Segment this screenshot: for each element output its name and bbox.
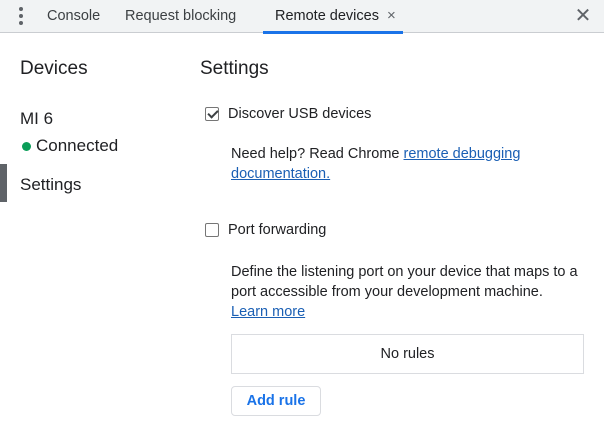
selected-item-marker	[0, 164, 7, 202]
sidebar-item-device[interactable]: MI 6	[20, 109, 53, 129]
port-forwarding-row[interactable]: Port forwarding	[205, 222, 326, 238]
more-tools-menu-icon[interactable]	[10, 5, 32, 27]
close-tab-icon[interactable]: ×	[387, 0, 396, 32]
empty-rules-label: No rules	[380, 346, 435, 362]
discover-usb-label[interactable]: Discover USB devices	[228, 106, 371, 122]
learn-more-link[interactable]: Learn more	[231, 304, 305, 320]
add-rule-button[interactable]: Add rule	[231, 386, 321, 416]
drawer-tab-strip: Console Request blocking Remote devices …	[0, 0, 604, 34]
port-forwarding-label[interactable]: Port forwarding	[228, 222, 326, 238]
help-prefix: Need help? Read Chrome	[231, 146, 404, 162]
port-forwarding-description-text: Define the listening port on your device…	[231, 264, 578, 300]
device-status-label: Connected	[36, 136, 119, 155]
discover-usb-row[interactable]: Discover USB devices	[205, 106, 371, 122]
tab-console[interactable]: Console	[47, 0, 100, 33]
close-drawer-icon[interactable]: ✕	[572, 4, 594, 28]
sidebar-item-settings[interactable]: Settings	[20, 175, 81, 195]
sidebar-title: Devices	[20, 58, 88, 79]
tab-remote-devices[interactable]: Remote devices ×	[263, 0, 403, 34]
discover-usb-checkbox[interactable]	[205, 107, 219, 121]
port-forwarding-description: Define the listening port on your device…	[231, 262, 591, 322]
connected-status-icon	[22, 141, 31, 151]
devices-sidebar: Devices MI 6 Connected Settings	[0, 33, 180, 421]
remote-devices-panel: Console Request blocking Remote devices …	[0, 0, 604, 421]
page-title: Settings	[200, 58, 269, 79]
tab-remote-devices-label: Remote devices	[275, 8, 379, 24]
port-forwarding-checkbox[interactable]	[205, 223, 219, 237]
tab-request-blocking[interactable]: Request blocking	[125, 0, 236, 33]
device-status: Connected	[20, 136, 118, 156]
settings-content: Settings Discover USB devices Need help?…	[200, 33, 604, 421]
help-text: Need help? Read Chrome remote debugging …	[231, 144, 551, 184]
rules-list: No rules	[231, 334, 584, 374]
